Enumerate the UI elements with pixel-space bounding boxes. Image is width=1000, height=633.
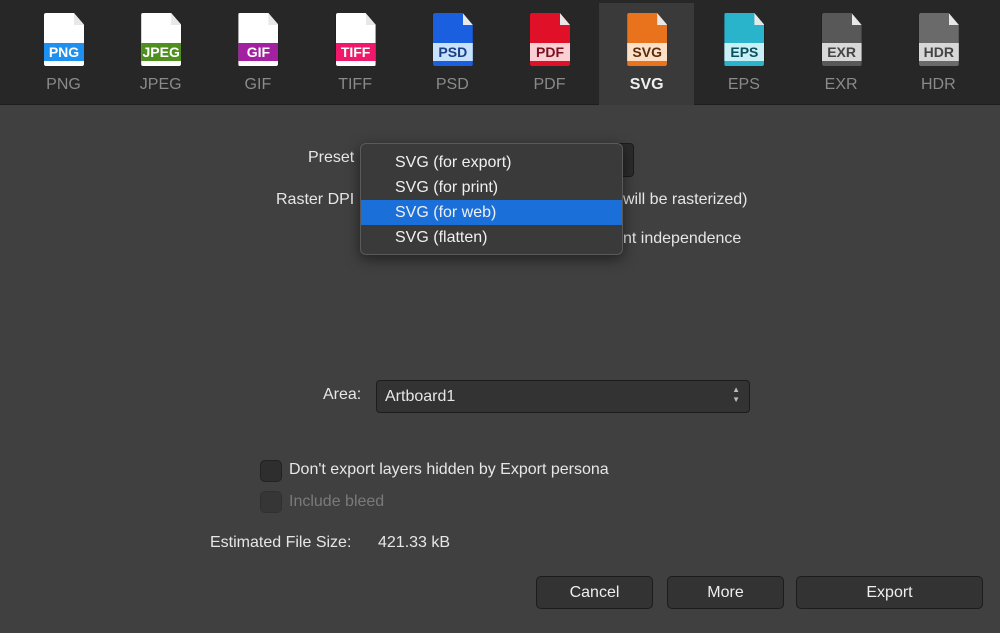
file-size-label: Estimated File Size: <box>210 534 352 551</box>
preset-option-export[interactable]: SVG (for export) <box>361 150 622 175</box>
preset-option-web[interactable]: SVG (for web) <box>361 200 622 225</box>
tab-label: EPS <box>727 76 760 93</box>
preset-option-flatten[interactable]: SVG (flatten) <box>361 225 622 250</box>
file-size-value: 421.33 kB <box>378 534 451 551</box>
tab-hdr[interactable]: HDR HDR <box>891 3 986 105</box>
tiff-file-icon: TIFF <box>335 13 376 66</box>
export-button[interactable]: Export <box>796 576 983 609</box>
tab-exr[interactable]: EXR EXR <box>794 3 889 105</box>
format-toolbar: PNG PNG JPEG JPEG GIF GIF TIFF TIFF PSD PSD PDF PDF… <box>0 0 1000 105</box>
tab-jpeg[interactable]: JPEG JPEG <box>113 3 208 105</box>
hidden-layers-label: Don't export layers hidden by Export per… <box>289 461 609 478</box>
cancel-button[interactable]: Cancel <box>536 576 653 609</box>
tab-psd[interactable]: PSD PSD <box>405 3 500 105</box>
file-icon-badge: PNG <box>44 43 84 61</box>
tab-label: PNG <box>46 76 81 93</box>
include-bleed-label: Include bleed <box>289 493 385 510</box>
tab-label: PSD <box>435 76 469 93</box>
pdf-file-icon: PDF <box>530 13 570 66</box>
file-icon-badge: GIF <box>238 43 279 61</box>
tab-label: TIFF <box>338 76 372 93</box>
preset-dropdown-menu: SVG (for export) SVG (for print) SVG (fo… <box>360 143 623 255</box>
tab-label: JPEG <box>139 76 182 93</box>
tab-png[interactable]: PNG PNG <box>16 3 111 105</box>
png-file-icon: PNG <box>44 13 84 66</box>
svg-file-icon: SVG <box>627 13 668 66</box>
tab-label: GIF <box>244 76 272 93</box>
tab-label: PDF <box>533 76 566 93</box>
tab-pdf[interactable]: PDF PDF <box>502 3 597 105</box>
psd-file-icon: PSD <box>432 13 473 66</box>
hidden-layers-checkbox[interactable] <box>260 460 282 482</box>
tab-svg[interactable]: SVG SVG <box>599 3 695 105</box>
preset-label: Preset <box>308 149 355 166</box>
preset-option-print[interactable]: SVG (for print) <box>361 175 622 200</box>
file-icon-badge: EPS <box>724 43 765 61</box>
independence-option-label: nt independence <box>623 230 742 247</box>
file-icon-badge: HDR <box>918 43 959 61</box>
file-icon-badge: PSD <box>432 43 473 61</box>
file-icon-badge: EXR <box>821 43 862 61</box>
gif-file-icon: GIF <box>238 13 279 66</box>
file-icon-badge: TIFF <box>335 43 376 61</box>
tab-label: HDR <box>920 76 956 93</box>
hdr-file-icon: HDR <box>918 13 959 66</box>
tab-gif[interactable]: GIF GIF <box>210 3 305 105</box>
exr-file-icon: EXR <box>821 13 862 66</box>
file-icon-badge: JPEG <box>141 43 182 61</box>
tab-label: EXR <box>824 76 858 93</box>
tab-tiff[interactable]: TIFF TIFF <box>308 3 403 105</box>
area-select[interactable]: Artboard1 ▲ ▼ <box>376 380 750 413</box>
tab-eps[interactable]: EPS EPS <box>696 3 791 105</box>
file-icon-badge: SVG <box>627 43 668 61</box>
tab-label: SVG <box>629 76 664 93</box>
more-button[interactable]: More <box>667 576 784 609</box>
file-icon-badge: PDF <box>530 43 570 61</box>
include-bleed-checkbox[interactable] <box>260 491 282 513</box>
eps-file-icon: EPS <box>724 13 765 66</box>
raster-note: will be rasterized) <box>623 191 748 208</box>
raster-dpi-label: Raster DPI <box>276 191 355 208</box>
area-value: Artboard1 <box>385 388 456 405</box>
jpeg-file-icon: JPEG <box>141 13 182 66</box>
stepper-arrows-icon: ▲ ▼ <box>732 385 740 404</box>
area-label: Area: <box>323 386 362 403</box>
